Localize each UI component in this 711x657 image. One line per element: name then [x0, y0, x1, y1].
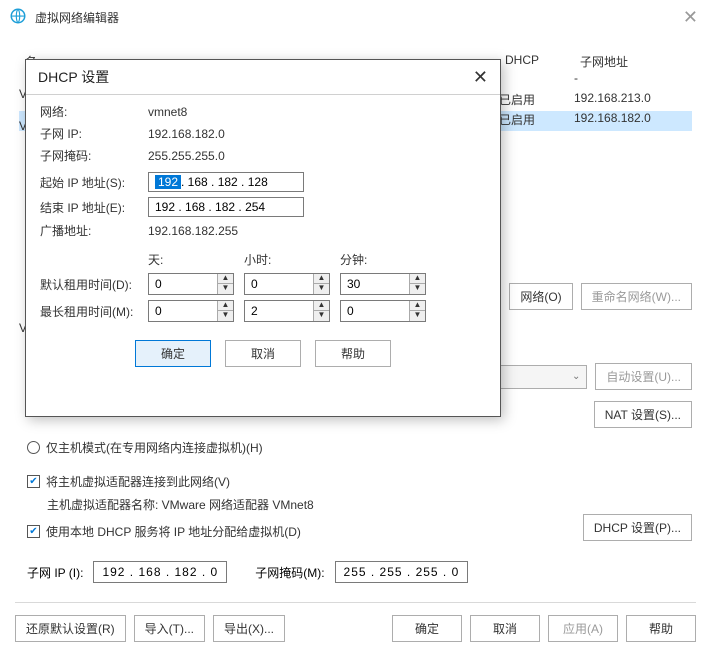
subnet-mask-label: 子网掩码: — [40, 147, 148, 164]
radio-icon — [27, 441, 40, 454]
subnet-ip-label: 子网 IP: — [40, 125, 148, 142]
default-days-spinner[interactable]: 0▲▼ — [148, 273, 234, 295]
start-ip-label: 起始 IP 地址(S): — [40, 174, 148, 191]
chevron-down-icon[interactable]: ▼ — [314, 311, 329, 321]
adapter-name-text: 主机虚拟适配器名称: VMware 网络适配器 VMnet8 — [47, 496, 314, 513]
chevron-down-icon[interactable]: ▼ — [218, 284, 233, 294]
subnet-mask-input[interactable]: 255 . 255 . 255 . 0 — [335, 561, 469, 583]
network-label: 网络: — [40, 103, 148, 120]
subnet-ip-input[interactable]: 192 . 168 . 182 . 0 — [93, 561, 227, 583]
ok-button[interactable]: 确定 — [135, 340, 211, 367]
checkbox-icon: ✔ — [27, 475, 40, 488]
nat-settings-button[interactable]: NAT 设置(S)... — [594, 401, 692, 428]
chevron-down-icon[interactable]: ▼ — [410, 311, 425, 321]
auto-settings-button[interactable]: 自动设置(U)... — [595, 363, 692, 390]
max-days-spinner[interactable]: 0▲▼ — [148, 300, 234, 322]
close-icon[interactable]: ✕ — [473, 67, 488, 88]
chevron-down-icon[interactable]: ▼ — [218, 311, 233, 321]
cancel-button[interactable]: 取消 — [470, 615, 540, 642]
checkbox-icon: ✔ — [27, 525, 40, 538]
help-button[interactable]: 帮助 — [315, 340, 391, 367]
restore-defaults-button[interactable]: 还原默认设置(R) — [15, 615, 126, 642]
end-ip-input[interactable]: 192 . 168 . 182 . 254 — [148, 197, 304, 217]
subnet-ip-value: 192.168.182.0 — [148, 127, 225, 141]
dhcp-settings-button[interactable]: DHCP 设置(P)... — [583, 514, 692, 541]
host-only-label: 仅主机模式(在专用网络内连接虚拟机)(H) — [46, 439, 263, 456]
col-header-dhcp: DHCP — [499, 49, 545, 71]
use-local-dhcp-label: 使用本地 DHCP 服务将 IP 地址分配给虚拟机(D) — [46, 523, 301, 540]
chevron-down-icon[interactable]: ▼ — [410, 284, 425, 294]
cancel-button[interactable]: 取消 — [225, 340, 301, 367]
max-hours-spinner[interactable]: 2▲▼ — [244, 300, 330, 322]
export-button[interactable]: 导出(X)... — [213, 615, 285, 642]
broadcast-label: 广播地址: — [40, 222, 148, 239]
start-ip-input[interactable]: 192. 168 . 182 . 128 — [148, 172, 304, 192]
network-button[interactable]: 网络(O) — [509, 283, 572, 310]
chevron-down-icon[interactable]: ▼ — [314, 284, 329, 294]
end-ip-label: 结束 IP 地址(E): — [40, 199, 148, 216]
broadcast-value: 192.168.182.255 — [148, 224, 238, 238]
window-title: 虚拟网络编辑器 — [35, 9, 119, 26]
max-lease-label: 最长租用时间(M): — [40, 303, 148, 320]
help-button[interactable]: 帮助 — [626, 615, 696, 642]
subnet-mask-value: 255.255.255.0 — [148, 149, 225, 163]
connect-adapter-checkbox[interactable]: ✔ 将主机虚拟适配器连接到此网络(V) — [27, 473, 314, 490]
chevron-down-icon: ⌄ — [572, 371, 580, 382]
default-lease-label: 默认租用时间(D): — [40, 276, 148, 293]
use-local-dhcp-checkbox[interactable]: ✔ 使用本地 DHCP 服务将 IP 地址分配给虚拟机(D) — [27, 523, 301, 540]
network-value: vmnet8 — [148, 105, 187, 119]
default-minutes-spinner[interactable]: 30▲▼ — [340, 273, 426, 295]
dialog-title: DHCP 设置 — [38, 67, 109, 87]
dhcp-settings-dialog: DHCP 设置 ✕ 网络: vmnet8 子网 IP: 192.168.182.… — [25, 59, 501, 417]
days-header: 天: — [148, 251, 244, 268]
max-minutes-spinner[interactable]: 0▲▼ — [340, 300, 426, 322]
apply-button[interactable]: 应用(A) — [548, 615, 618, 642]
hours-header: 小时: — [244, 251, 340, 268]
app-icon — [9, 7, 27, 28]
import-button[interactable]: 导入(T)... — [134, 615, 205, 642]
rename-network-button[interactable]: 重命名网络(W)... — [581, 283, 692, 310]
host-only-radio[interactable]: 仅主机模式(在专用网络内连接虚拟机)(H) — [27, 439, 263, 456]
subnet-mask-label: 子网掩码(M): — [255, 564, 324, 581]
minutes-header: 分钟: — [340, 251, 436, 268]
ok-button[interactable]: 确定 — [392, 615, 462, 642]
connect-adapter-label: 将主机虚拟适配器连接到此网络(V) — [46, 473, 230, 490]
subnet-ip-label: 子网 IP (I): — [27, 564, 83, 581]
close-icon[interactable]: ✕ — [683, 7, 698, 28]
default-hours-spinner[interactable]: 0▲▼ — [244, 273, 330, 295]
